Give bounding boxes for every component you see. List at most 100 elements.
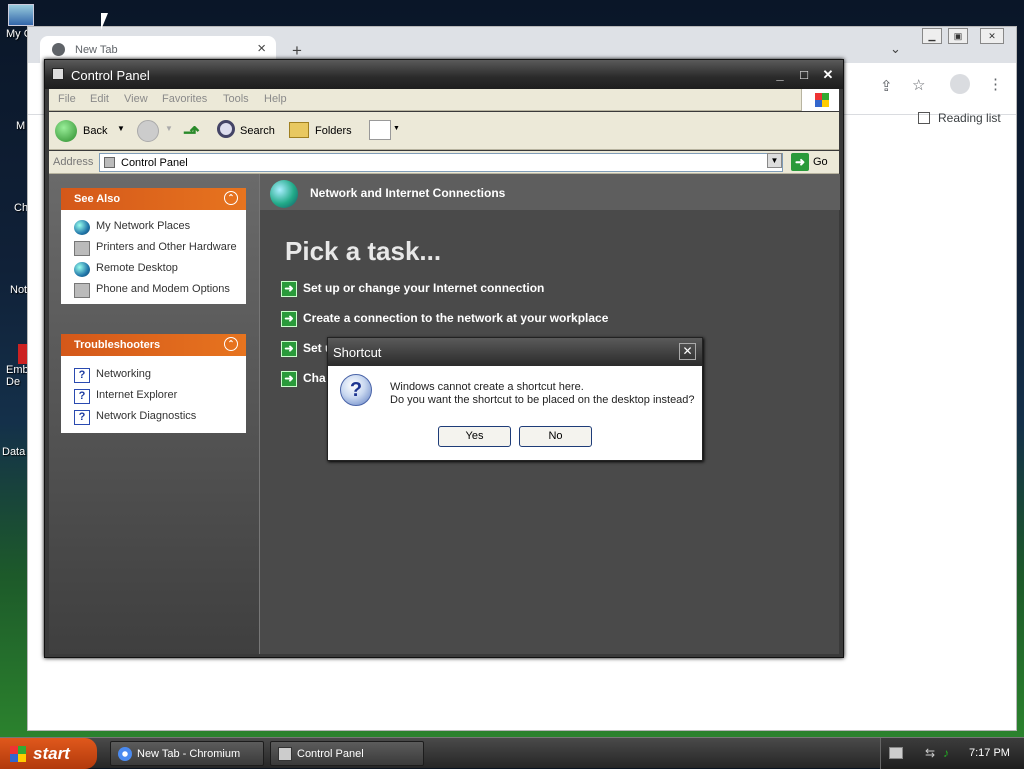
link-label: Phone and Modem Options	[96, 283, 230, 295]
menu-help[interactable]: Help	[264, 93, 287, 105]
troubleshooters-title: Troubleshooters	[74, 339, 161, 351]
address-value: Control Panel	[121, 157, 188, 169]
minimize-icon[interactable]: ▁	[922, 28, 942, 44]
taskbar-button-label: Control Panel	[297, 748, 364, 760]
taskbar-button-label: New Tab - Chromium	[137, 748, 241, 760]
folders-button[interactable]: Folders	[289, 120, 357, 144]
menu-kebab-icon[interactable]: ⋮	[988, 75, 1003, 93]
close-tab-icon[interactable]: ×	[257, 40, 266, 57]
computer-icon	[8, 4, 34, 26]
windows-flag-icon	[10, 746, 26, 762]
link-label: My Network Places	[96, 220, 191, 232]
mouse-cursor-icon	[101, 13, 108, 30]
dialog-message-line2: Do you want the shortcut to be placed on…	[390, 394, 695, 406]
link-printers-hardware[interactable]: Printers and Other Hardware	[61, 237, 246, 258]
maximize-icon[interactable]: ▣	[948, 28, 968, 44]
back-arrow-icon	[55, 120, 77, 142]
maximize-icon[interactable]: □	[796, 67, 812, 83]
minimize-icon[interactable]: _	[772, 67, 788, 83]
see-also-panel: See Also ⌃ My Network Places Printers an…	[61, 188, 246, 304]
link-my-network-places[interactable]: My Network Places	[61, 216, 246, 237]
task-link[interactable]: ➜ Cha	[281, 371, 326, 387]
green-arrow-icon: ➜	[281, 371, 297, 387]
views-icon[interactable]	[369, 120, 391, 140]
link-networking[interactable]: ? Networking	[61, 364, 246, 385]
back-button[interactable]: Back ▼	[55, 120, 125, 144]
new-tab-plus-icon[interactable]: +	[292, 41, 302, 61]
link-remote-desktop[interactable]: Remote Desktop	[61, 258, 246, 279]
views-dropdown-icon[interactable]: ▼	[393, 125, 400, 132]
category-title: Network and Internet Connections	[310, 186, 506, 200]
go-arrow-icon: ➜	[791, 153, 809, 171]
control-panel-icon	[278, 747, 292, 761]
reading-list-icon	[918, 112, 930, 124]
chromium-favicon-icon	[52, 43, 65, 56]
menu-edit[interactable]: Edit	[90, 93, 109, 105]
start-button[interactable]: start	[0, 738, 97, 769]
task-link[interactable]: ➜ Set up or change your Internet connecti…	[281, 281, 544, 297]
address-label: Address	[53, 156, 94, 168]
reading-list-button[interactable]: Reading list	[918, 111, 1001, 125]
no-button[interactable]: No	[519, 426, 592, 447]
control-panel-icon	[52, 68, 64, 80]
green-arrow-icon: ➜	[281, 341, 297, 357]
network-places-icon	[74, 220, 90, 235]
link-label: Internet Explorer	[96, 389, 178, 401]
go-button[interactable]: ➜ Go	[791, 153, 828, 171]
control-panel-titlebar[interactable]: Control Panel _ □ ✕	[45, 60, 843, 89]
up-folder-icon[interactable]: ⬏	[183, 120, 205, 144]
troubleshooters-header[interactable]: Troubleshooters ⌃	[61, 334, 246, 356]
collapse-chevron-icon[interactable]: ⌃	[224, 191, 238, 205]
dialog-body: ? Windows cannot create a shortcut here.…	[328, 366, 702, 460]
question-icon: ?	[340, 374, 372, 406]
link-network-diagnostics[interactable]: ? Network Diagnostics	[61, 406, 246, 427]
dialog-titlebar[interactable]: Shortcut ✕	[328, 338, 702, 366]
menu-favorites[interactable]: Favorites	[162, 93, 207, 105]
forward-arrow-icon[interactable]	[137, 120, 159, 142]
close-window-icon[interactable]: ✕	[980, 28, 1004, 44]
menu-tools[interactable]: Tools	[223, 93, 249, 105]
standard-toolbar: Back ▼ ▼ ⬏ Search Folders ▼	[49, 112, 839, 150]
help-question-icon: ?	[74, 389, 90, 404]
network-globe-icon	[270, 180, 298, 208]
chromium-icon	[118, 747, 132, 761]
windows-flag-icon	[815, 93, 829, 107]
see-also-header[interactable]: See Also ⌃	[61, 188, 246, 210]
address-input[interactable]: Control Panel	[99, 153, 783, 172]
profile-avatar-icon[interactable]	[950, 74, 970, 94]
speaker-icon[interactable]: ♪	[943, 746, 949, 760]
taskbar-chromium[interactable]: New Tab - Chromium	[110, 741, 264, 766]
search-button[interactable]: Search	[217, 120, 281, 144]
link-phone-modem[interactable]: Phone and Modem Options	[61, 279, 246, 300]
task-label: Set up or change your Internet connectio…	[303, 281, 545, 296]
go-label: Go	[813, 155, 828, 168]
task-pane: See Also ⌃ My Network Places Printers an…	[49, 174, 259, 654]
dialog-title: Shortcut	[333, 345, 382, 360]
network-icon[interactable]: ⇆	[925, 746, 935, 760]
address-dropdown-icon[interactable]: ▼	[767, 153, 782, 168]
close-icon[interactable]: ✕	[820, 67, 836, 83]
link-internet-explorer[interactable]: ? Internet Explorer	[61, 385, 246, 406]
dialog-close-icon[interactable]: ✕	[679, 343, 696, 360]
task-label: Create a connection to the network at yo…	[303, 311, 609, 326]
share-icon[interactable]: ⇪	[880, 77, 893, 95]
control-panel-small-icon	[104, 157, 115, 168]
pick-task-heading: Pick a task...	[285, 236, 442, 266]
taskbar-control-panel[interactable]: Control Panel	[270, 741, 424, 766]
menu-view[interactable]: View	[124, 93, 148, 105]
bookmark-star-icon[interactable]: ☆	[912, 76, 925, 94]
forward-dropdown-icon[interactable]: ▼	[165, 124, 173, 133]
search-label: Search	[240, 125, 275, 137]
tab-search-chevron-icon[interactable]: ⌄	[890, 41, 901, 57]
keyboard-icon[interactable]	[889, 747, 903, 759]
link-label: Remote Desktop	[96, 262, 178, 274]
link-label: Printers and Other Hardware	[96, 241, 237, 253]
desktop-icon-label: Ch	[14, 202, 29, 214]
task-link[interactable]: ➜ Set u	[281, 341, 332, 357]
collapse-chevron-icon[interactable]: ⌃	[224, 337, 238, 351]
folders-label: Folders	[315, 125, 352, 137]
yes-button[interactable]: Yes	[438, 426, 511, 447]
task-link[interactable]: ➜ Create a connection to the network at y…	[281, 311, 608, 327]
menu-file[interactable]: File	[58, 93, 76, 105]
back-dropdown-icon[interactable]: ▼	[117, 124, 125, 133]
